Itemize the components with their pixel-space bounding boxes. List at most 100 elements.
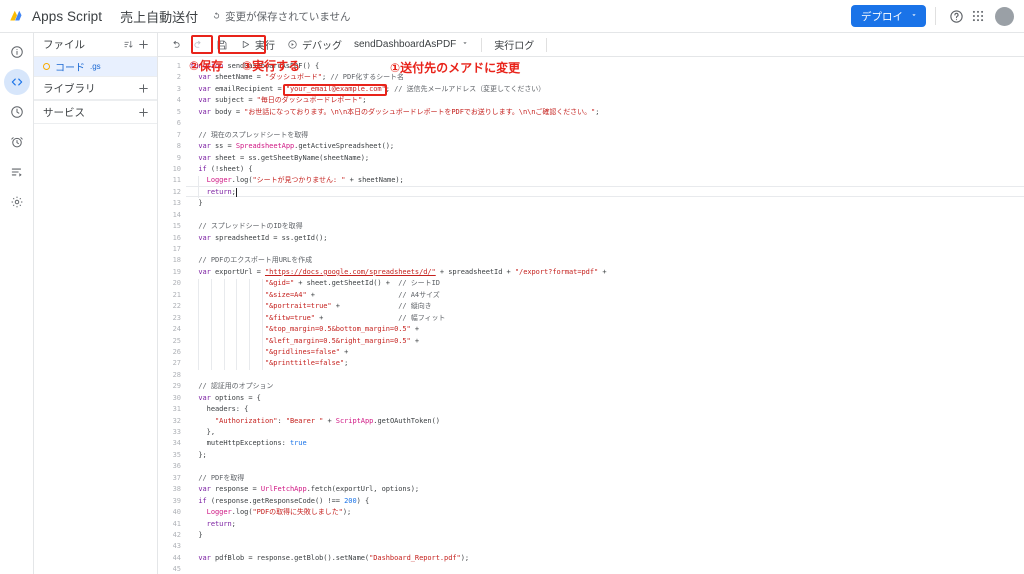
rail-item-settings[interactable]: [4, 189, 30, 215]
line-number: 4: [176, 96, 181, 105]
rail-item-overview[interactable]: [4, 39, 30, 65]
code-line[interactable]: Logger.log("PDFの取得に失敗しました");: [186, 507, 1024, 518]
run-button[interactable]: 実行: [234, 35, 281, 54]
code-line[interactable]: var spreadsheetId = ss.getId();: [186, 233, 1024, 244]
code-line[interactable]: "&top_margin=0.5&bottom_margin=0.5" +: [186, 324, 1024, 335]
execution-log-button[interactable]: 実行ログ: [488, 35, 540, 54]
add-file-button[interactable]: [136, 37, 151, 52]
rail-item-editor[interactable]: [3, 69, 30, 95]
add-service-button[interactable]: [136, 105, 151, 120]
section-libraries[interactable]: ライブラリ: [34, 76, 157, 100]
line-number: 13: [172, 199, 181, 208]
code-line[interactable]: [186, 244, 1024, 255]
code-line[interactable]: "&fitw=true" + // 幅フィット: [186, 313, 1024, 324]
code-content[interactable]: function sendDashboardAsPDF() { var shee…: [186, 57, 1024, 574]
save-button[interactable]: [210, 35, 234, 54]
code-line[interactable]: "Authorization": "Bearer " + ScriptApp.g…: [186, 416, 1024, 427]
source-code[interactable]: function sendDashboardAsPDF() { var shee…: [186, 61, 1024, 574]
code-line[interactable]: }: [186, 198, 1024, 209]
code-line[interactable]: headers: {: [186, 404, 1024, 415]
code-line[interactable]: [186, 370, 1024, 381]
code-line[interactable]: "&printtitle=false";: [186, 358, 1024, 369]
line-number: 8: [176, 142, 181, 151]
file-panel: ファイル コード .gs ライブラリ サービス: [34, 33, 158, 574]
code-editor[interactable]: 1 2 3 4 5 6 7 8 9 10 11 12 13 14 15 16 17 18 19 20 21 22 23 24 2…: [158, 57, 1024, 574]
code-line[interactable]: return;: [186, 519, 1024, 530]
code-line[interactable]: },: [186, 427, 1024, 438]
line-number: 17: [172, 245, 181, 253]
code-line[interactable]: var body = "お世話になっております。\n\n本日のダッシュボードレポ…: [186, 107, 1024, 118]
code-line[interactable]: // PDFのエクスポート用URLを作成: [186, 255, 1024, 266]
code-line[interactable]: "&gid=" + sheet.getSheetId() + // シートID: [186, 278, 1024, 289]
line-number: 45: [172, 565, 181, 574]
code-line[interactable]: function sendDashboardAsPDF() {: [186, 61, 1024, 72]
code-line[interactable]: [186, 564, 1024, 574]
line-number: 20: [172, 279, 181, 288]
code-line[interactable]: var pdfBlob = response.getBlob().setName…: [186, 553, 1024, 564]
code-line[interactable]: "&gridlines=false" +: [186, 347, 1024, 358]
code-line[interactable]: var ss = SpreadsheetApp.getActiveSpreads…: [186, 141, 1024, 152]
code-line[interactable]: var sheetName = "ダッシュボード"; // PDF化するシート名: [186, 72, 1024, 83]
code-line[interactable]: // PDFを取得: [186, 473, 1024, 484]
toolbar-divider-2: [546, 37, 548, 52]
file-item-code-gs[interactable]: コード .gs: [34, 57, 157, 76]
code-line[interactable]: // スプレッドシートのIDを取得: [186, 221, 1024, 232]
editor-toolbar: 実行 デバッグ sendDashboardAsPDF 実行ログ: [158, 33, 1024, 57]
rail-item-executions[interactable]: [4, 159, 30, 185]
code-line[interactable]: var emailRecipient = "your_email@example…: [186, 84, 1024, 95]
add-library-button[interactable]: [136, 81, 151, 96]
annotation-run: ③実行する: [242, 59, 301, 73]
code-line[interactable]: };: [186, 450, 1024, 461]
brand[interactable]: Apps Script: [8, 7, 102, 25]
apps-grid-icon[interactable]: [967, 5, 989, 27]
execution-log-label: 実行ログ: [494, 41, 535, 52]
code-line[interactable]: "&size=A4" + // A4サイズ: [186, 290, 1024, 301]
avatar[interactable]: [995, 6, 1014, 26]
code-line[interactable]: [186, 461, 1024, 472]
code-line[interactable]: muteHttpExceptions: true: [186, 438, 1024, 449]
debug-label: デバッグ: [302, 41, 342, 52]
code-line[interactable]: }: [186, 530, 1024, 541]
code-line[interactable]: var options = {: [186, 393, 1024, 404]
code-line[interactable]: var response = UrlFetchApp.fetch(exportU…: [186, 484, 1024, 495]
code-line[interactable]: if (!sheet) {: [186, 164, 1024, 175]
sort-az-icon[interactable]: [121, 37, 136, 52]
code-line[interactable]: "&left_margin=0.5&right_margin=0.5" +: [186, 336, 1024, 347]
rail-item-history[interactable]: [4, 99, 30, 125]
line-number: 26: [172, 347, 181, 356]
deploy-button[interactable]: デプロイ: [851, 5, 926, 27]
code-line[interactable]: // 現在のスプレッドシートを取得: [186, 130, 1024, 141]
code-line[interactable]: // 認証用のオプション: [186, 381, 1024, 392]
topbar-divider: [935, 7, 936, 25]
code-line[interactable]: var exportUrl = "https://docs.google.com…: [186, 267, 1024, 278]
brand-name: Apps Script: [32, 8, 103, 24]
line-number: 42: [172, 530, 181, 539]
indent-guide: [211, 278, 213, 371]
section-services[interactable]: サービス: [34, 100, 157, 124]
line-number: 21: [172, 290, 181, 299]
code-line[interactable]: [186, 118, 1024, 129]
code-line[interactable]: var subject = "毎日のダッシュボードレポート";: [186, 95, 1024, 106]
function-selector[interactable]: sendDashboardAsPDF: [348, 39, 475, 50]
code-line[interactable]: Logger.log("シートが見つかりません: " + sheetName);: [186, 175, 1024, 186]
code-line[interactable]: return;: [186, 187, 1024, 198]
indent-guide: [261, 278, 263, 371]
help-icon[interactable]: [945, 5, 967, 27]
code-line[interactable]: [186, 541, 1024, 552]
line-number: 27: [172, 359, 181, 368]
text-caret: [236, 187, 238, 197]
redo-button[interactable]: [187, 35, 210, 54]
file-name: コード: [55, 63, 85, 74]
project-title[interactable]: 売上自動送付: [120, 7, 198, 26]
code-line[interactable]: var sheet = ss.getSheetByName(sheetName)…: [186, 153, 1024, 164]
code-line[interactable]: "&portrait=true" + // 縦向き: [186, 301, 1024, 312]
line-number: 14: [172, 210, 181, 219]
deploy-label: デプロイ: [861, 10, 903, 23]
rail-item-triggers[interactable]: [4, 129, 30, 155]
undo-button[interactable]: [164, 35, 187, 54]
indent-guide: [198, 175, 200, 199]
line-number: 5: [176, 107, 181, 116]
code-line[interactable]: [186, 210, 1024, 221]
debug-button[interactable]: デバッグ: [281, 35, 348, 54]
code-line[interactable]: if (response.getResponseCode() !== 200) …: [186, 496, 1024, 507]
